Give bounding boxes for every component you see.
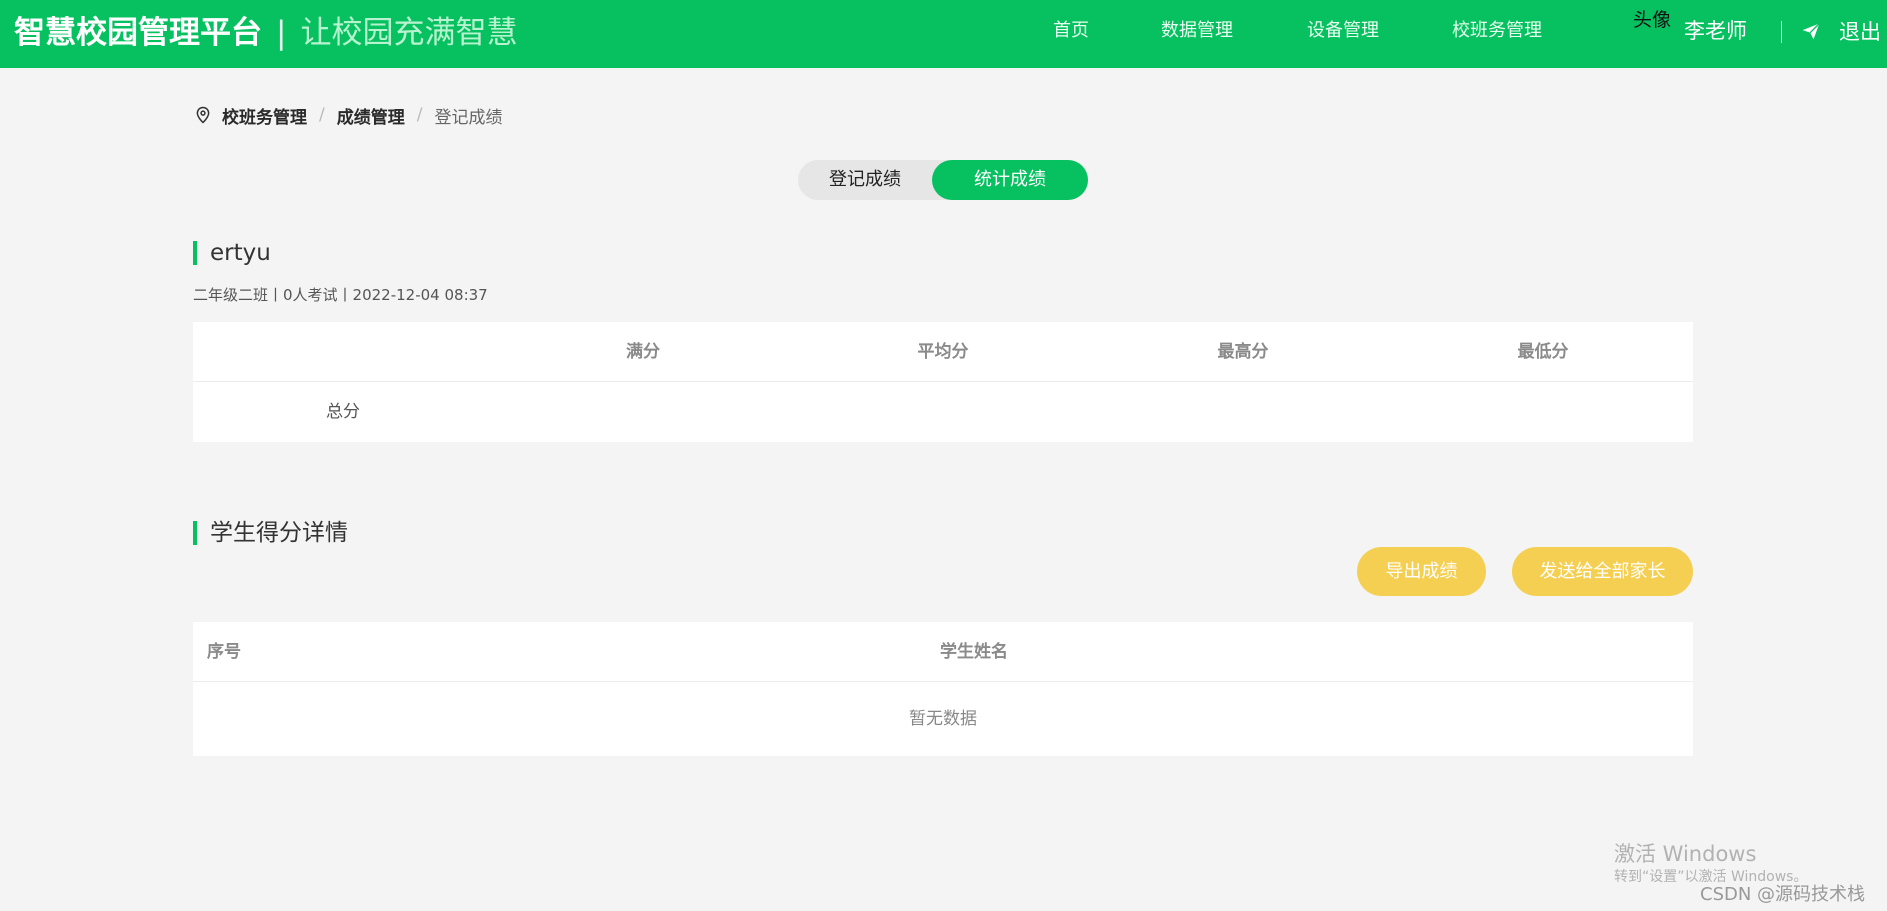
cell-lowest-score — [1393, 382, 1693, 442]
student-scores-table: 序号 学生姓名 暂无数据 — [193, 622, 1693, 756]
location-pin-icon — [196, 106, 210, 124]
header-lowest-score: 最低分 — [1517, 342, 1569, 362]
row-label-total: 总分 — [326, 402, 360, 422]
header-highest-score: 最高分 — [1217, 342, 1269, 362]
brand-separator: | — [276, 15, 287, 51]
cell-highest-score — [1093, 382, 1393, 442]
breadcrumb-separator: / — [319, 105, 325, 125]
score-mode-toggle: 登记成绩 统计成绩 — [798, 160, 1088, 200]
platform-name: 智慧校园管理平台 — [14, 15, 262, 51]
user-name[interactable]: 李老师 — [1684, 0, 1747, 62]
platform-slogan: 让校园充满智慧 — [300, 15, 518, 51]
logout-button[interactable]: 退出 — [1839, 0, 1881, 64]
avatar-alt-text: 头像 — [1633, 9, 1672, 31]
cell-full-score — [493, 382, 793, 442]
exam-title: ertyu — [193, 241, 271, 265]
header-divider — [1781, 21, 1782, 43]
breadcrumb: 校班务管理 / 成绩管理 / 登记成绩 — [194, 102, 502, 128]
student-details-title: 学生得分详情 — [193, 521, 348, 545]
nav-data-management[interactable]: 数据管理 — [1161, 0, 1233, 68]
breadcrumb-class-affairs[interactable]: 校班务管理 — [222, 103, 307, 128]
table-header-row: 满分 平均分 最高分 最低分 — [193, 322, 1693, 382]
windows-activation-watermark: 激活 Windows — [1614, 842, 1757, 866]
score-stats-table: 满分 平均分 最高分 最低分 总分 — [193, 322, 1693, 442]
nav-class-affairs[interactable]: 校班务管理 — [1452, 0, 1542, 68]
table-row: 总分 — [193, 382, 1693, 442]
header-full-score: 满分 — [626, 342, 660, 362]
breadcrumb-current: 登记成绩 — [434, 107, 503, 128]
table-header-cell — [193, 322, 493, 382]
platform-brand: 智慧校园管理平台 | 让校园充满智慧 — [14, 12, 517, 54]
breadcrumb-score-management[interactable]: 成绩管理 — [337, 103, 405, 128]
tab-score-statistics[interactable]: 统计成绩 — [932, 160, 1088, 200]
avatar[interactable]: 头像 — [1633, 10, 1671, 56]
nav-device-management[interactable]: 设备管理 — [1307, 0, 1379, 68]
header-student-name: 学生姓名 — [940, 642, 1008, 662]
header-index: 序号 — [207, 642, 241, 662]
table-header-row: 序号 学生姓名 — [193, 622, 1693, 682]
csdn-watermark: CSDN @源码技术栈 — [1700, 884, 1866, 905]
breadcrumb-separator: / — [416, 105, 423, 125]
export-scores-button[interactable]: 导出成绩 — [1357, 547, 1486, 596]
header-average-score: 平均分 — [917, 342, 969, 362]
tab-register-scores[interactable]: 登记成绩 — [798, 160, 932, 200]
exam-meta: 二年级二班丨0人考试丨2022-12-04 08:37 — [193, 286, 488, 304]
send-to-all-parents-button[interactable]: 发送给全部家长 — [1512, 547, 1693, 596]
paper-plane-icon[interactable] — [1801, 21, 1821, 41]
nav-home[interactable]: 首页 — [1053, 0, 1089, 68]
top-header: 智慧校园管理平台 | 让校园充满智慧 首页 数据管理 设备管理 校班务管理 头像 李… — [0, 0, 1887, 68]
cell-average-score — [793, 382, 1093, 442]
empty-state-text: 暂无数据 — [909, 709, 977, 729]
